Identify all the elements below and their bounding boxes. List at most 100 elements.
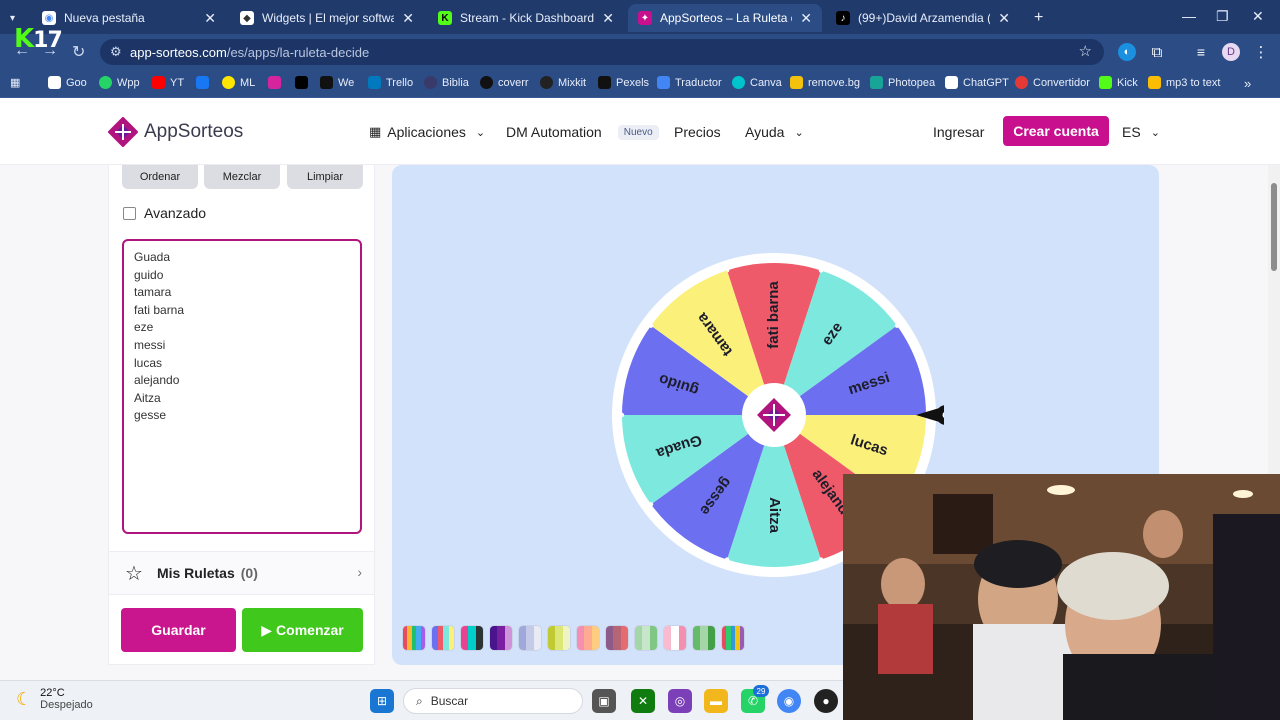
save-button[interactable]: Guardar <box>121 608 236 652</box>
bookmark-mixkit[interactable]: Mixkit <box>540 76 586 89</box>
names-textarea[interactable]: Guada guido tamara fati barna eze messi … <box>122 239 362 534</box>
task-view-icon[interactable]: ▣ <box>592 689 616 713</box>
close-icon[interactable]: ✕ <box>402 10 414 27</box>
palette-swatch[interactable] <box>576 625 600 651</box>
tab-appsorteos[interactable]: ✦ AppSorteos – La Ruleta de la Su ✕ <box>628 4 822 32</box>
bookmark-canva[interactable]: Canva <box>732 76 782 89</box>
file-explorer-icon[interactable]: ▬ <box>704 689 728 713</box>
star-icon: ☆ <box>125 562 143 585</box>
chatgpt-icon <box>945 76 958 89</box>
avatar[interactable]: D <box>1222 43 1240 61</box>
obs-icon[interactable]: ● <box>814 689 838 713</box>
weather-widget[interactable]: ☾ 22°C Despejado <box>16 687 93 711</box>
login-link[interactable]: Ingresar <box>933 124 984 140</box>
palette-swatch[interactable] <box>721 625 745 651</box>
create-account-button[interactable]: Crear cuenta <box>1003 116 1109 146</box>
app-icon[interactable]: ◎ <box>668 689 692 713</box>
bookmark-trello[interactable]: Trello <box>368 76 413 89</box>
bookmark-youtube[interactable]: YT <box>152 76 184 89</box>
wheel-peg <box>894 323 900 328</box>
tiktok-icon <box>295 76 308 89</box>
brand-logo[interactable]: AppSorteos <box>108 117 243 147</box>
palette-swatch[interactable] <box>692 625 716 651</box>
advanced-toggle[interactable]: Avanzado <box>123 205 206 221</box>
nav-precios[interactable]: Precios <box>674 124 721 140</box>
advanced-checkbox[interactable] <box>123 206 136 220</box>
bookmark-pexels[interactable]: Pexels <box>598 76 649 89</box>
bookmark-we[interactable]: We <box>320 76 354 89</box>
palette-swatch[interactable] <box>402 625 426 651</box>
extension-icon[interactable]: ◐ <box>1118 43 1136 61</box>
start-button[interactable]: ▶ Comenzar <box>242 608 363 652</box>
palette-swatch[interactable] <box>634 625 658 651</box>
palette-swatch[interactable] <box>663 625 687 651</box>
close-icon[interactable]: ✕ <box>204 10 216 27</box>
bookmark-coverr[interactable]: coverr <box>480 76 529 89</box>
xbox-icon[interactable]: ✕ <box>631 689 655 713</box>
nav-ayuda[interactable]: Ayuda ⌄ <box>745 124 804 140</box>
minimize-icon[interactable]: — <box>1182 8 1196 24</box>
sort-button[interactable]: Ordenar <box>122 165 198 189</box>
pexels-icon <box>598 76 611 89</box>
apps-grid-icon[interactable]: ▦ <box>10 76 20 89</box>
palette-swatch[interactable] <box>431 625 455 651</box>
bookmark-traductor[interactable]: Traductor <box>657 76 722 89</box>
tiktok-icon: ♪ <box>836 11 850 25</box>
bookmark-photopea[interactable]: Photopea <box>870 76 935 89</box>
bookmark-tiktok[interactable] <box>295 76 308 89</box>
bookmark-kick[interactable]: Kick <box>1099 76 1138 89</box>
more-bookmarks-icon[interactable]: » <box>1244 76 1251 91</box>
bookmark-mercadolibre[interactable]: ML <box>222 76 255 89</box>
name-line: fati barna <box>134 302 185 317</box>
url-field[interactable]: ⚙ app-sorteos.com/es/apps/la-ruleta-deci… <box>100 39 1104 65</box>
site-info-icon[interactable]: ⚙ <box>110 44 122 60</box>
scrollbar-thumb[interactable] <box>1271 183 1277 271</box>
close-icon[interactable]: ✕ <box>998 10 1010 27</box>
palette-swatch[interactable] <box>547 625 571 651</box>
windows-start-icon[interactable]: ⊞ <box>370 689 394 713</box>
nav-aplicaciones[interactable]: ▦ Aplicaciones ⌄ <box>369 124 485 140</box>
bookmark-chatgpt[interactable]: ChatGPT <box>945 76 1009 89</box>
reload-icon[interactable]: ↻ <box>72 42 85 62</box>
name-line: Guada <box>134 250 171 264</box>
chevron-down-icon: ⌄ <box>475 126 486 139</box>
palette-swatch[interactable] <box>460 625 484 651</box>
close-window-icon[interactable]: ✕ <box>1252 8 1264 25</box>
media-control-icon[interactable]: ≡ <box>1192 43 1210 61</box>
chrome-icon[interactable]: ◉ <box>777 689 801 713</box>
bookmark-star-icon[interactable]: ☆ <box>1079 42 1092 60</box>
palette-swatch[interactable] <box>489 625 513 651</box>
appsorteos-logo-icon <box>108 117 138 147</box>
bookmark-removebg[interactable]: remove.bg <box>790 76 860 89</box>
palette-swatch[interactable] <box>518 625 542 651</box>
bookmark-facebook[interactable] <box>196 76 209 89</box>
tab-tiktok[interactable]: ♪ (99+)David Arzamendia (@davi ✕ <box>826 4 1020 32</box>
bookmark-instagram[interactable] <box>268 76 281 89</box>
entries-panel: Ordenar Mezclar Limpiar Avanzado Guada g… <box>108 165 375 665</box>
bookmark-convertidor[interactable]: Convertidor <box>1015 76 1090 89</box>
bookmark-biblia[interactable]: Biblia <box>424 76 469 89</box>
clear-button[interactable]: Limpiar <box>287 165 363 189</box>
taskbar-search[interactable]: ⌕ Buscar <box>403 688 583 714</box>
my-wheels-row[interactable]: ☆ Mis Ruletas (0) › <box>109 551 374 595</box>
extensions-puzzle-icon[interactable]: ⧉ <box>1148 43 1166 61</box>
shuffle-button[interactable]: Mezclar <box>204 165 280 189</box>
menu-kebab-icon[interactable]: ⋮ <box>1252 43 1270 61</box>
name-line: gesse <box>134 408 167 423</box>
close-icon[interactable]: ✕ <box>800 10 812 27</box>
bookmark-whatsapp[interactable]: Wpp <box>99 76 140 89</box>
whatsapp-icon <box>99 76 112 89</box>
tab-kick-dashboard[interactable]: K Stream - Kick Dashboard ✕ <box>428 4 624 32</box>
language-selector[interactable]: ES ⌄ <box>1122 124 1160 140</box>
weather-moon-icon: ☾ <box>16 688 33 709</box>
close-icon[interactable]: ✕ <box>602 10 614 27</box>
nav-dm-automation[interactable]: DM Automation Nuevo <box>506 124 659 140</box>
bookmark-google[interactable]: Goo <box>48 76 87 89</box>
new-tab-button[interactable]: + <box>1024 4 1052 32</box>
chrome-icon: ◉ <box>42 11 56 25</box>
tab-widgets[interactable]: ◆ Widgets | El mejor software par ✕ <box>230 4 424 32</box>
bookmark-mp3-to-text[interactable]: mp3 to text <box>1148 76 1220 89</box>
restore-icon[interactable]: ❐ <box>1216 8 1229 25</box>
palette-swatch[interactable] <box>605 625 629 651</box>
canva-icon <box>732 76 745 89</box>
